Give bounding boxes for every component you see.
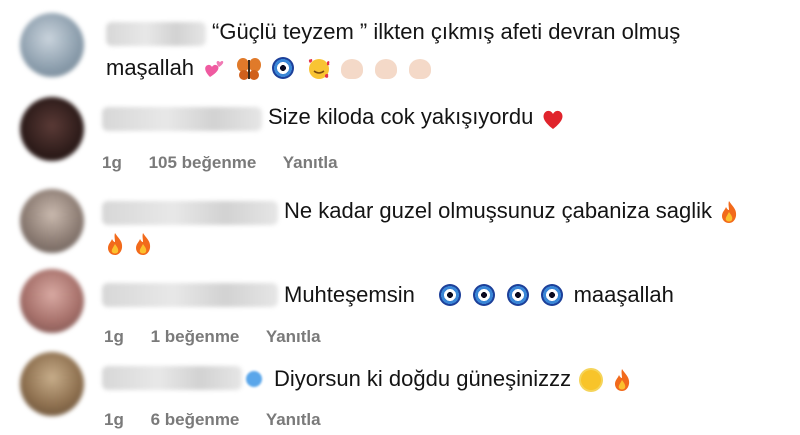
comment-text-line: maşallah	[106, 55, 195, 80]
evil-eye-icon	[439, 284, 463, 308]
fire-icon	[720, 200, 738, 224]
smiling-face-hearts-icon	[307, 57, 331, 81]
comment-text: Diyorsun ki doğdu güneşinizzz	[274, 363, 633, 395]
comment-text-line: Muhteşemsin	[284, 282, 415, 307]
comment-text	[104, 227, 154, 259]
username[interactable]	[106, 22, 206, 46]
reply-button[interactable]: Yanıtla	[266, 410, 321, 429]
clapping-hands-icon	[374, 57, 399, 81]
like-count[interactable]: 1 beğenme	[151, 327, 240, 346]
avatar[interactable]	[20, 269, 84, 333]
username[interactable]	[102, 201, 278, 225]
comment-item: Size kiloda cok yakışıyordu 1g 105 beğen…	[0, 95, 800, 185]
comment-text: maşallah	[106, 52, 435, 84]
verified-badge-icon	[246, 371, 262, 387]
evil-eye-icon	[507, 284, 531, 308]
comment-text-line: Diyorsun ki doğdu güneşinizzz	[274, 366, 572, 391]
reply-button[interactable]: Yanıtla	[283, 153, 338, 172]
username[interactable]	[102, 283, 278, 307]
avatar[interactable]	[20, 13, 84, 77]
avatar[interactable]	[20, 352, 84, 416]
comment-text-line: maaşallah	[573, 282, 674, 307]
comment-item: Muhteşemsin maaşallah 1g 1 beğenme Yanıt…	[0, 265, 800, 350]
comment-item: “Güçlü teyzem ” ilkten çıkmış afeti devr…	[0, 0, 800, 95]
comment-meta: 1g 105 beğenme Yanıtla	[102, 153, 360, 173]
like-count[interactable]: 105 beğenme	[149, 153, 257, 172]
comment-text-line: Ne kadar guzel olmuşsunuz çabaniza sagli…	[284, 198, 713, 223]
reply-button[interactable]: Yanıtla	[266, 327, 321, 346]
comment-text: Ne kadar guzel olmuşsunuz çabaniza sagli…	[284, 195, 740, 227]
comment-text-line: “Güçlü teyzem ” ilkten çıkmış afeti devr…	[212, 19, 681, 44]
comment-text: “Güçlü teyzem ” ilkten çıkmış afeti devr…	[212, 16, 680, 48]
like-count[interactable]: 6 beğenme	[151, 410, 240, 429]
comment-item: Diyorsun ki doğdu güneşinizzz 1g 6 beğen…	[0, 350, 800, 435]
comment-time: 1g	[104, 410, 124, 429]
comment-time: 1g	[104, 327, 124, 346]
comment-meta: 1g 1 beğenme Yanıtla	[104, 327, 343, 347]
red-heart-icon	[541, 107, 565, 130]
comment-text: Size kiloda cok yakışıyordu	[268, 101, 567, 133]
clapping-hands-icon	[340, 57, 365, 81]
comment-item: Ne kadar guzel olmuşsunuz çabaniza sagli…	[0, 185, 800, 265]
comment-time: 1g	[102, 153, 122, 172]
fire-icon	[613, 368, 631, 392]
two-hearts-icon	[202, 57, 226, 81]
comment-text: Muhteşemsin maaşallah	[284, 279, 674, 311]
evil-eye-icon	[541, 284, 565, 308]
fire-icon	[106, 232, 124, 256]
butterfly-icon	[236, 57, 262, 81]
evil-eye-icon	[272, 57, 296, 81]
clapping-hands-icon	[408, 57, 433, 81]
comment-text-line: Size kiloda cok yakışıyordu	[268, 104, 534, 129]
username[interactable]	[102, 107, 262, 131]
avatar[interactable]	[20, 189, 84, 253]
fire-icon	[134, 232, 152, 256]
evil-eye-icon	[473, 284, 497, 308]
comment-meta: 1g 6 beğenme Yanıtla	[104, 410, 343, 430]
avatar[interactable]	[20, 97, 84, 161]
sun-icon	[579, 368, 603, 392]
username[interactable]	[102, 366, 242, 390]
